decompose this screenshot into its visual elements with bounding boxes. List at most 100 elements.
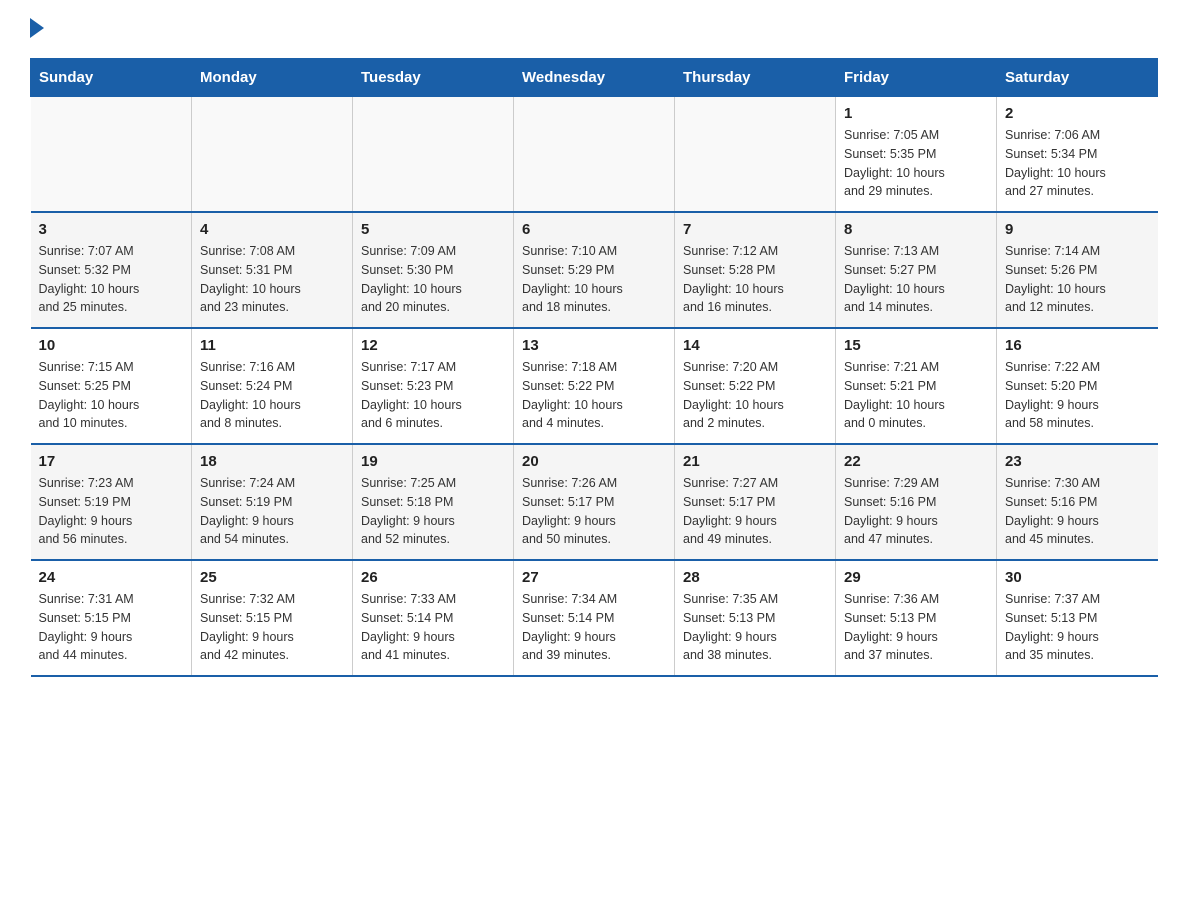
- calendar-cell: 15 Sunrise: 7:21 AM Sunset: 5:21 PM Dayli…: [836, 328, 997, 444]
- weekday-header-friday: Friday: [836, 59, 997, 97]
- day-number: 2: [1005, 105, 1150, 122]
- calendar-cell: 23 Sunrise: 7:30 AM Sunset: 5:16 PM Dayli…: [997, 444, 1158, 560]
- calendar-table: SundayMondayTuesdayWednesdayThursdayFrid…: [30, 58, 1158, 677]
- calendar-cell: 5 Sunrise: 7:09 AM Sunset: 5:30 PM Daylig…: [353, 212, 514, 328]
- calendar-cell: [31, 97, 192, 213]
- day-number: 25: [200, 569, 344, 586]
- calendar-cell: 21 Sunrise: 7:27 AM Sunset: 5:17 PM Dayli…: [675, 444, 836, 560]
- day-number: 18: [200, 453, 344, 470]
- calendar-cell: 16 Sunrise: 7:22 AM Sunset: 5:20 PM Dayli…: [997, 328, 1158, 444]
- day-info: Sunrise: 7:18 AM Sunset: 5:22 PM Dayligh…: [522, 358, 666, 433]
- day-number: 14: [683, 337, 827, 354]
- weekday-header-thursday: Thursday: [675, 59, 836, 97]
- calendar-cell: 2 Sunrise: 7:06 AM Sunset: 5:34 PM Daylig…: [997, 97, 1158, 213]
- weekday-header-row: SundayMondayTuesdayWednesdayThursdayFrid…: [31, 59, 1158, 97]
- day-number: 23: [1005, 453, 1150, 470]
- day-info: Sunrise: 7:12 AM Sunset: 5:28 PM Dayligh…: [683, 242, 827, 317]
- day-info: Sunrise: 7:20 AM Sunset: 5:22 PM Dayligh…: [683, 358, 827, 433]
- page-header: [30, 20, 1158, 38]
- day-number: 21: [683, 453, 827, 470]
- weekday-header-sunday: Sunday: [31, 59, 192, 97]
- calendar-cell: 3Sunrise: 7:07 AM Sunset: 5:32 PM Daylig…: [31, 212, 192, 328]
- day-info: Sunrise: 7:13 AM Sunset: 5:27 PM Dayligh…: [844, 242, 988, 317]
- week-row-5: 24Sunrise: 7:31 AM Sunset: 5:15 PM Dayli…: [31, 560, 1158, 676]
- calendar-cell: 22Sunrise: 7:29 AM Sunset: 5:16 PM Dayli…: [836, 444, 997, 560]
- day-number: 17: [39, 453, 184, 470]
- day-number: 16: [1005, 337, 1150, 354]
- calendar-cell: 1Sunrise: 7:05 AM Sunset: 5:35 PM Daylig…: [836, 97, 997, 213]
- calendar-cell: 11 Sunrise: 7:16 AM Sunset: 5:24 PM Dayli…: [192, 328, 353, 444]
- calendar-cell: 24Sunrise: 7:31 AM Sunset: 5:15 PM Dayli…: [31, 560, 192, 676]
- calendar-cell: [514, 97, 675, 213]
- weekday-header-saturday: Saturday: [997, 59, 1158, 97]
- day-number: 30: [1005, 569, 1150, 586]
- day-number: 8: [844, 221, 988, 238]
- calendar-cell: 9Sunrise: 7:14 AM Sunset: 5:26 PM Daylig…: [997, 212, 1158, 328]
- day-info: Sunrise: 7:26 AM Sunset: 5:17 PM Dayligh…: [522, 474, 666, 549]
- calendar-cell: 17 Sunrise: 7:23 AM Sunset: 5:19 PM Dayli…: [31, 444, 192, 560]
- day-number: 15: [844, 337, 988, 354]
- day-info: Sunrise: 7:34 AM Sunset: 5:14 PM Dayligh…: [522, 590, 666, 665]
- calendar-cell: 10Sunrise: 7:15 AM Sunset: 5:25 PM Dayli…: [31, 328, 192, 444]
- day-info: Sunrise: 7:17 AM Sunset: 5:23 PM Dayligh…: [361, 358, 505, 433]
- day-number: 28: [683, 569, 827, 586]
- calendar-cell: 18Sunrise: 7:24 AM Sunset: 5:19 PM Dayli…: [192, 444, 353, 560]
- day-number: 20: [522, 453, 666, 470]
- calendar-cell: 19 Sunrise: 7:25 AM Sunset: 5:18 PM Dayli…: [353, 444, 514, 560]
- day-info: Sunrise: 7:25 AM Sunset: 5:18 PM Dayligh…: [361, 474, 505, 549]
- day-info: Sunrise: 7:08 AM Sunset: 5:31 PM Dayligh…: [200, 242, 344, 317]
- day-number: 12: [361, 337, 505, 354]
- calendar-cell: 26 Sunrise: 7:33 AM Sunset: 5:14 PM Dayli…: [353, 560, 514, 676]
- day-info: Sunrise: 7:10 AM Sunset: 5:29 PM Dayligh…: [522, 242, 666, 317]
- day-number: 26: [361, 569, 505, 586]
- day-info: Sunrise: 7:32 AM Sunset: 5:15 PM Dayligh…: [200, 590, 344, 665]
- week-row-2: 3Sunrise: 7:07 AM Sunset: 5:32 PM Daylig…: [31, 212, 1158, 328]
- day-info: Sunrise: 7:23 AM Sunset: 5:19 PM Dayligh…: [39, 474, 184, 549]
- day-number: 7: [683, 221, 827, 238]
- day-info: Sunrise: 7:27 AM Sunset: 5:17 PM Dayligh…: [683, 474, 827, 549]
- day-info: Sunrise: 7:22 AM Sunset: 5:20 PM Dayligh…: [1005, 358, 1150, 433]
- day-number: 19: [361, 453, 505, 470]
- logo: [30, 20, 44, 38]
- calendar-cell: 29 Sunrise: 7:36 AM Sunset: 5:13 PM Dayli…: [836, 560, 997, 676]
- day-number: 6: [522, 221, 666, 238]
- calendar-cell: 14 Sunrise: 7:20 AM Sunset: 5:22 PM Dayli…: [675, 328, 836, 444]
- day-number: 5: [361, 221, 505, 238]
- day-info: Sunrise: 7:14 AM Sunset: 5:26 PM Dayligh…: [1005, 242, 1150, 317]
- day-info: Sunrise: 7:05 AM Sunset: 5:35 PM Dayligh…: [844, 126, 988, 201]
- calendar-cell: 12 Sunrise: 7:17 AM Sunset: 5:23 PM Dayli…: [353, 328, 514, 444]
- day-number: 11: [200, 337, 344, 354]
- calendar-cell: 6 Sunrise: 7:10 AM Sunset: 5:29 PM Daylig…: [514, 212, 675, 328]
- day-number: 29: [844, 569, 988, 586]
- day-number: 4: [200, 221, 344, 238]
- day-number: 13: [522, 337, 666, 354]
- weekday-header-tuesday: Tuesday: [353, 59, 514, 97]
- week-row-4: 17 Sunrise: 7:23 AM Sunset: 5:19 PM Dayli…: [31, 444, 1158, 560]
- day-info: Sunrise: 7:30 AM Sunset: 5:16 PM Dayligh…: [1005, 474, 1150, 549]
- week-row-1: 1Sunrise: 7:05 AM Sunset: 5:35 PM Daylig…: [31, 97, 1158, 213]
- calendar-cell: 27 Sunrise: 7:34 AM Sunset: 5:14 PM Dayli…: [514, 560, 675, 676]
- day-number: 22: [844, 453, 988, 470]
- calendar-cell: [192, 97, 353, 213]
- day-info: Sunrise: 7:37 AM Sunset: 5:13 PM Dayligh…: [1005, 590, 1150, 665]
- day-info: Sunrise: 7:33 AM Sunset: 5:14 PM Dayligh…: [361, 590, 505, 665]
- day-info: Sunrise: 7:36 AM Sunset: 5:13 PM Dayligh…: [844, 590, 988, 665]
- day-info: Sunrise: 7:15 AM Sunset: 5:25 PM Dayligh…: [39, 358, 184, 433]
- calendar-cell: 28 Sunrise: 7:35 AM Sunset: 5:13 PM Dayli…: [675, 560, 836, 676]
- week-row-3: 10Sunrise: 7:15 AM Sunset: 5:25 PM Dayli…: [31, 328, 1158, 444]
- calendar-cell: 13 Sunrise: 7:18 AM Sunset: 5:22 PM Dayli…: [514, 328, 675, 444]
- day-number: 27: [522, 569, 666, 586]
- weekday-header-wednesday: Wednesday: [514, 59, 675, 97]
- day-info: Sunrise: 7:07 AM Sunset: 5:32 PM Dayligh…: [39, 242, 184, 317]
- day-info: Sunrise: 7:21 AM Sunset: 5:21 PM Dayligh…: [844, 358, 988, 433]
- calendar-cell: 8 Sunrise: 7:13 AM Sunset: 5:27 PM Daylig…: [836, 212, 997, 328]
- day-info: Sunrise: 7:35 AM Sunset: 5:13 PM Dayligh…: [683, 590, 827, 665]
- calendar-cell: 25 Sunrise: 7:32 AM Sunset: 5:15 PM Dayli…: [192, 560, 353, 676]
- day-info: Sunrise: 7:31 AM Sunset: 5:15 PM Dayligh…: [39, 590, 184, 665]
- calendar-cell: 4 Sunrise: 7:08 AM Sunset: 5:31 PM Daylig…: [192, 212, 353, 328]
- calendar-cell: [353, 97, 514, 213]
- day-info: Sunrise: 7:16 AM Sunset: 5:24 PM Dayligh…: [200, 358, 344, 433]
- weekday-header-monday: Monday: [192, 59, 353, 97]
- day-info: Sunrise: 7:06 AM Sunset: 5:34 PM Dayligh…: [1005, 126, 1150, 201]
- day-info: Sunrise: 7:09 AM Sunset: 5:30 PM Dayligh…: [361, 242, 505, 317]
